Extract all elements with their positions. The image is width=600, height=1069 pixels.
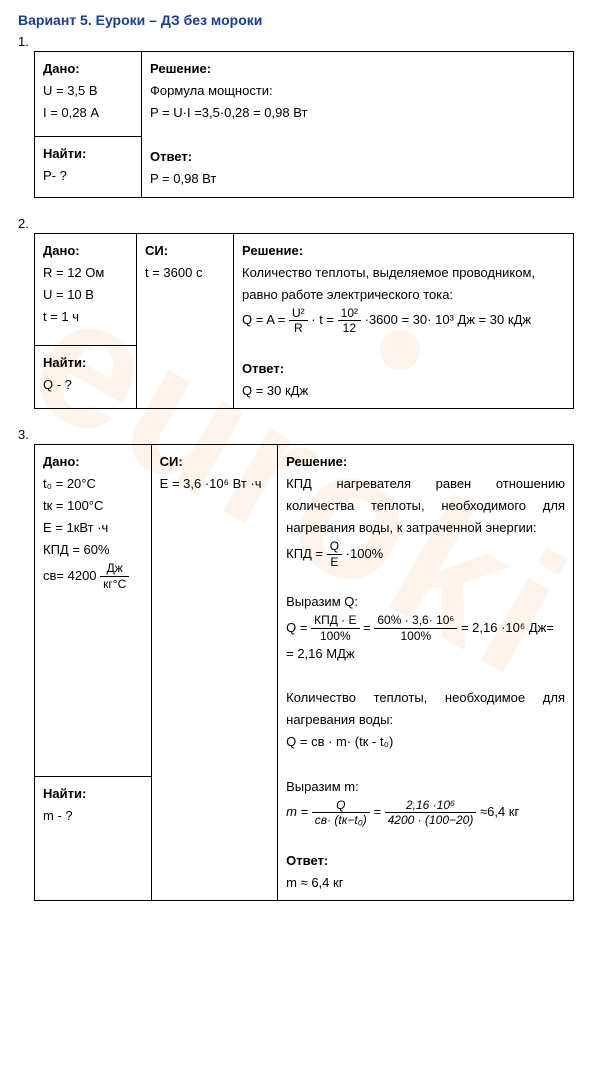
formula-part: = (363, 620, 374, 635)
given-line: E = 1кВт ·ч (43, 520, 108, 535)
formula: КПД = QE ·100% (286, 546, 383, 561)
frac-den: E (327, 555, 342, 569)
solution-label: Решение: (242, 243, 303, 258)
find-line: P- ? (43, 168, 67, 183)
answer-label: Ответ: (150, 149, 192, 164)
solution-line: Формула мощности: (150, 83, 273, 98)
given-line: cв= 4200 Джкг°С (43, 568, 129, 583)
frac-num: Q (327, 539, 342, 554)
frac-den: 12 (338, 321, 361, 335)
solution-text: Количество теплоты, выделяемое проводник… (242, 265, 535, 302)
formula-part: Q = A = (242, 312, 289, 327)
si-line: E = 3,6 ·10⁶ Вт ·ч (160, 476, 262, 491)
formula-part: = 2,16 ·10⁶ Дж= (461, 620, 554, 635)
find-label: Найти: (43, 355, 86, 370)
si-label: СИ: (145, 243, 168, 258)
formula: Q = A = U²R · t = 10²12 ·3600 = 30· 10³ … (242, 312, 531, 327)
frac-num: 2,16 ·10⁶ (385, 798, 477, 813)
solution-text: Количество теплоты, необходимое для нагр… (286, 687, 565, 731)
formula-line: = 2,16 МДж (286, 646, 354, 661)
answer-label: Ответ: (286, 853, 328, 868)
problem-number-1: 1. (18, 34, 582, 49)
problem-1-box: Дано: U = 3,5 В I = 0,28 А Решение: Форм… (34, 51, 574, 198)
frac-num: Q (312, 798, 370, 813)
frac-den: 100% (311, 629, 359, 643)
frac-num: U² (289, 306, 308, 321)
given-line: t₀ = 20°C (43, 476, 96, 491)
page-title: Вариант 5. Еуроки – ДЗ без мороки (18, 12, 582, 28)
solution-text: КПД нагревателя равен отношению количест… (286, 473, 565, 539)
text: cв= 4200 (43, 568, 100, 583)
answer-line: m ≈ 6,4 кг (286, 875, 343, 890)
formula-part: · t = (311, 312, 337, 327)
si-line: t = 3600 с (145, 265, 202, 280)
frac-den: кг°С (100, 577, 129, 591)
formula: m = Qcв· (tк−t₀) = 2,16 ·10⁶4200 · (100−… (286, 804, 519, 819)
find-label: Найти: (43, 786, 86, 801)
frac-num: КПД · E (311, 613, 359, 628)
frac-den: cв· (tк−t₀) (312, 813, 370, 827)
formula-part: m = (286, 804, 312, 819)
formula-part: ≈6,4 кг (480, 804, 519, 819)
problem-number-3: 3. (18, 427, 582, 442)
solution-text: Выразим Q: (286, 594, 358, 609)
problem-2-box: Дано: R = 12 Ом U = 10 В t = 1 ч СИ: t =… (34, 233, 574, 409)
given-line: U = 3,5 В (43, 83, 98, 98)
given-line: U = 10 В (43, 287, 94, 302)
frac-den: 4200 · (100−20) (385, 813, 477, 827)
frac-den: 100% (374, 629, 457, 643)
given-line: t = 1 ч (43, 309, 79, 324)
given-label: Дано: (43, 61, 80, 76)
formula: Q = КПД · E100% = 60% · 3,6· 10⁶100% = 2… (286, 620, 554, 635)
given-label: Дано: (43, 454, 80, 469)
given-label: Дано: (43, 243, 80, 258)
formula-part: КПД = (286, 546, 327, 561)
solution-label: Решение: (150, 61, 211, 76)
given-line: tк = 100°C (43, 498, 103, 513)
formula-part: ·3600 = 30· 10³ Дж = 30 кДж (365, 312, 531, 327)
problem-3-box: Дано: t₀ = 20°C tк = 100°C E = 1кВт ·ч К… (34, 444, 574, 901)
answer-line: P = 0,98 Вт (150, 171, 216, 186)
frac-den: R (289, 321, 308, 335)
find-line: m - ? (43, 808, 73, 823)
find-line: Q - ? (43, 377, 72, 392)
frac-num: Дж (100, 561, 129, 576)
given-line: R = 12 Ом (43, 265, 104, 280)
find-label: Найти: (43, 146, 86, 161)
formula: Q = cв · m· (tк - t₀) (286, 734, 393, 749)
frac-num: 60% · 3,6· 10⁶ (374, 613, 457, 628)
given-line: КПД = 60% (43, 542, 110, 557)
si-label: СИ: (160, 454, 183, 469)
formula-part: ·100% (346, 546, 384, 561)
given-line: I = 0,28 А (43, 105, 99, 120)
solution-text: Выразим m: (286, 779, 359, 794)
problem-number-2: 2. (18, 216, 582, 231)
frac-num: 10² (338, 306, 361, 321)
solution-line: P = U·I =3,5·0,28 = 0,98 Вт (150, 105, 307, 120)
solution-label: Решение: (286, 454, 347, 469)
formula-part: Q = (286, 620, 311, 635)
answer-line: Q = 30 кДж (242, 383, 308, 398)
answer-label: Ответ: (242, 361, 284, 376)
formula-part: = (373, 804, 384, 819)
